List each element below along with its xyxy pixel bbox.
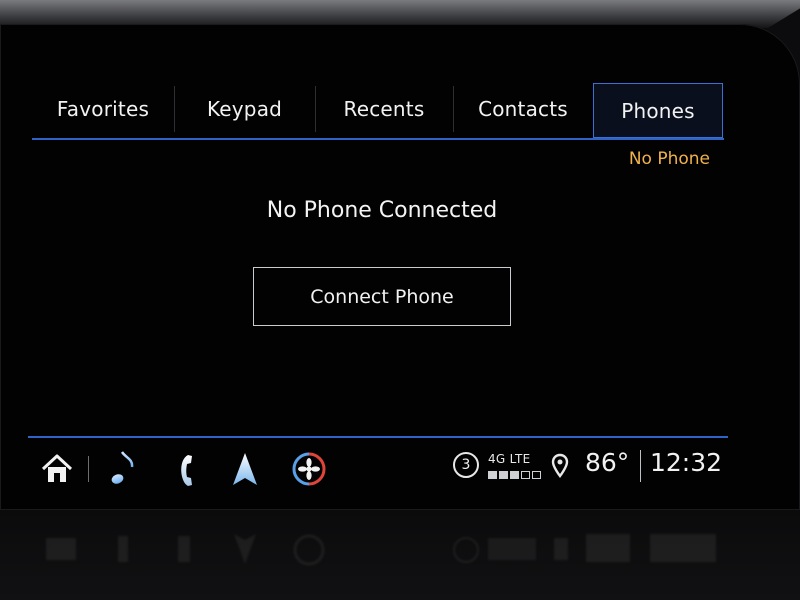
tab-favorites[interactable]: Favorites: [32, 84, 174, 134]
tab-keypad[interactable]: Keypad: [174, 84, 315, 134]
tab-keypad-label: Keypad: [206, 97, 283, 121]
outside-temperature: 86°: [585, 448, 630, 477]
network-type: 4G LTE: [488, 452, 531, 466]
location-pin-icon: [550, 452, 570, 480]
connect-phone-button[interactable]: Connect Phone: [253, 267, 511, 326]
signal-bar: [488, 471, 497, 479]
phone-status-text: No Phone: [628, 149, 710, 169]
notification-badge[interactable]: 3: [453, 452, 479, 478]
navigation-arrow-icon[interactable]: [228, 448, 262, 490]
tab-recents-label: Recents: [343, 97, 425, 121]
signal-bar: [510, 471, 519, 479]
tab-recents[interactable]: Recents: [315, 84, 453, 134]
bezel-reflection: [0, 510, 800, 600]
tab-phones-label: Phones: [621, 98, 695, 123]
bottom-bar: 3 4G LTE 86° 12:32: [28, 440, 728, 502]
signal-bar: [521, 471, 530, 479]
phone-icon[interactable]: [171, 450, 201, 490]
connect-phone-button-label: Connect Phone: [310, 285, 454, 308]
bottom-bar-divider: [28, 436, 728, 438]
signal-bar: [499, 471, 508, 479]
climate-fan-icon[interactable]: [290, 450, 328, 488]
tab-phones[interactable]: Phones: [593, 83, 723, 138]
music-note-icon[interactable]: [106, 448, 140, 490]
tab-contacts-label: Contacts: [478, 97, 568, 121]
notification-count: 3: [461, 457, 471, 473]
tab-underline: [32, 138, 724, 140]
signal-bar: [532, 471, 541, 479]
reflection-graphic: [46, 534, 716, 566]
clock-separator: [640, 450, 641, 482]
home-separator: [88, 456, 89, 482]
tab-contacts[interactable]: Contacts: [453, 84, 593, 134]
page-title: No Phone Connected: [266, 198, 498, 223]
phone-tabs: Favorites Keypad Recents Contacts Phones: [32, 83, 724, 138]
tab-favorites-label: Favorites: [56, 97, 150, 121]
device-bezel: Favorites Keypad Recents Contacts Phones…: [0, 0, 800, 600]
signal-strength-icon: [488, 471, 541, 479]
home-icon[interactable]: [40, 452, 74, 486]
clock-time: 12:32: [650, 448, 723, 477]
